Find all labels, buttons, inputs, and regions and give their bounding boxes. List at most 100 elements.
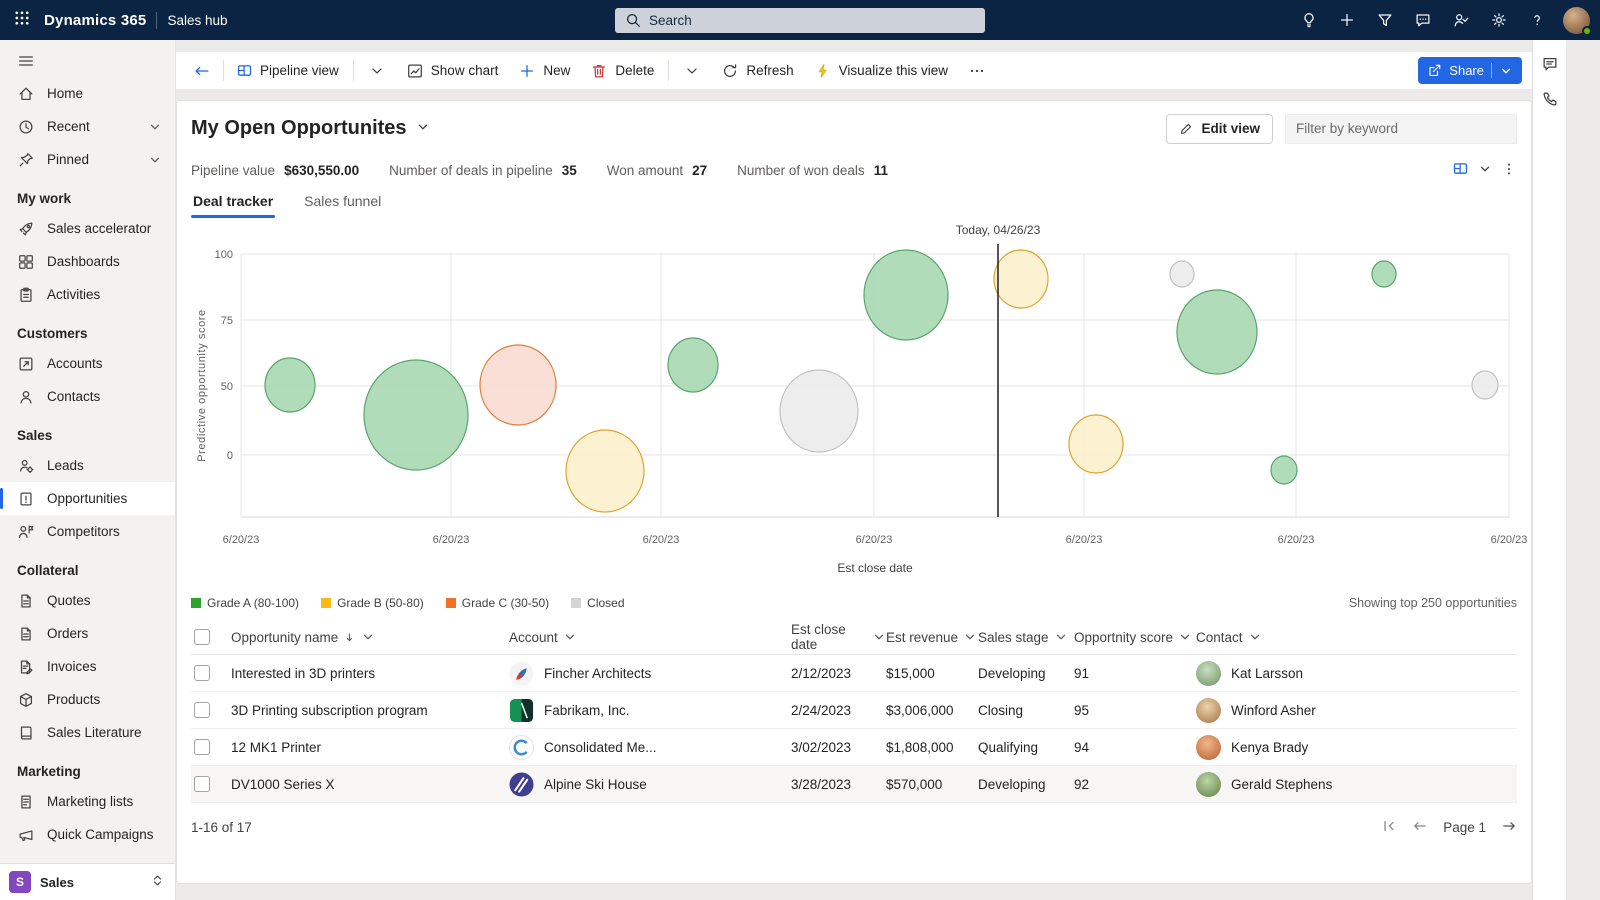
cell-opportunity-name[interactable]: Interested in 3D printers	[231, 666, 509, 681]
share-label: Share	[1449, 63, 1484, 78]
user-arrow-icon[interactable]	[1445, 4, 1477, 36]
sidebar-item-home[interactable]: Home	[0, 77, 175, 110]
cell-account[interactable]: Consolidated Me...	[509, 735, 791, 760]
sidebar-item-opportunities[interactable]: Opportunities	[0, 482, 175, 515]
sidebar-item-recent[interactable]: Recent	[0, 110, 175, 143]
accounts-icon	[17, 355, 35, 373]
brand-divider	[156, 12, 157, 29]
edit-view-button[interactable]: Edit view	[1166, 114, 1273, 144]
filter-icon[interactable]	[1369, 4, 1401, 36]
sidebar-item-sales-literature[interactable]: Sales Literature	[0, 716, 175, 749]
sidebar-section-my-work: My work	[0, 176, 175, 212]
row-checkbox[interactable]	[194, 739, 210, 755]
previous-page-button[interactable]	[1412, 818, 1428, 837]
cell-contact[interactable]: Gerald Stephens	[1196, 772, 1517, 797]
cell-account[interactable]: Fabrikam, Inc.	[509, 698, 791, 723]
top-navigation-bar: Dynamics 365 Sales hub Search	[0, 0, 1600, 40]
area-switcher[interactable]: S Sales	[0, 863, 175, 900]
account-name: Consolidated Me...	[544, 740, 657, 755]
sidebar-collapse-hamburger-icon[interactable]	[0, 40, 175, 77]
chevron-down-icon	[416, 117, 430, 140]
cell-opportunity-name[interactable]: DV1000 Series X	[231, 777, 509, 792]
filter-by-keyword-input[interactable]	[1285, 114, 1517, 144]
cell-contact[interactable]: Kenya Brady	[1196, 735, 1517, 760]
sidebar-item-accounts[interactable]: Accounts	[0, 347, 175, 380]
table-row[interactable]: 12 MK1 PrinterConsolidated Me...3/02/202…	[191, 729, 1517, 766]
sidebar-item-marketing-lists[interactable]: Marketing lists	[0, 785, 175, 818]
visualize-this-view-button[interactable]: Visualize this view	[805, 56, 957, 85]
sidebar-item-pinned[interactable]: Pinned	[0, 143, 175, 176]
column-header-opportnity-score[interactable]: Opportnity score	[1074, 630, 1196, 645]
app-name: Sales hub	[167, 13, 227, 28]
gear-icon[interactable]	[1483, 4, 1515, 36]
sidebar-item-orders[interactable]: Orders	[0, 617, 175, 650]
view-title-dropdown[interactable]: My Open Opportunites	[191, 117, 430, 140]
right-gutter	[1566, 40, 1600, 900]
new-button[interactable]: New	[509, 56, 579, 85]
select-all-checkbox[interactable]	[194, 629, 210, 645]
cell-opportunity-name[interactable]: 3D Printing subscription program	[231, 703, 509, 718]
table-row[interactable]: DV1000 Series XAlpine Ski House3/28/2023…	[191, 766, 1517, 803]
table-row[interactable]: Interested in 3D printersFincher Archite…	[191, 655, 1517, 692]
table-row[interactable]: 3D Printing subscription programFabrikam…	[191, 692, 1517, 729]
chevron-down-icon[interactable]	[1478, 162, 1492, 179]
help-icon[interactable]	[1521, 4, 1553, 36]
pipeline-view-button[interactable]: Pipeline view	[227, 56, 348, 85]
chart-bubble-a	[668, 338, 718, 392]
stat-value: 35	[562, 163, 577, 178]
sidebar-item-leads[interactable]: Leads	[0, 449, 175, 482]
plus-icon[interactable]	[1331, 4, 1363, 36]
user-avatar[interactable]	[1563, 7, 1590, 34]
sidebar-item-products[interactable]: Products	[0, 683, 175, 716]
cell-account[interactable]: Fincher Architects	[509, 661, 791, 686]
refresh-button[interactable]: Refresh	[712, 56, 802, 85]
column-header-account[interactable]: Account	[509, 630, 791, 645]
back-button[interactable]	[184, 56, 220, 85]
global-search-input[interactable]: Search	[615, 8, 985, 33]
ellipsis-button[interactable]	[959, 56, 995, 85]
column-header-sales-stage[interactable]: Sales stage	[978, 630, 1074, 645]
chevron-down-button[interactable]	[674, 56, 710, 85]
sidebar-item-contacts[interactable]: Contacts	[0, 380, 175, 413]
main-content: Pipeline view Show chartNewDelete RefreshV…	[176, 40, 1532, 900]
more-options-kebab-icon[interactable]	[1501, 161, 1517, 180]
account-logo-consolidated	[509, 735, 534, 760]
comment-icon[interactable]	[1541, 55, 1559, 73]
lightbulb-icon[interactable]	[1293, 4, 1325, 36]
sidebar-item-label: Sales Literature	[47, 725, 142, 740]
row-checkbox[interactable]	[194, 702, 210, 718]
sidebar-item-sales-accelerator[interactable]: Sales accelerator	[0, 212, 175, 245]
deal-tracker-chart[interactable]: 100755006/20/236/20/236/20/236/20/236/20…	[191, 218, 1517, 588]
sidebar-item-activities[interactable]: Activities	[0, 278, 175, 311]
show-chart-button[interactable]: Show chart	[397, 56, 508, 85]
row-checkbox[interactable]	[194, 776, 210, 792]
cell-est-close-date: 3/28/2023	[791, 777, 886, 792]
cell-contact[interactable]: Kat Larsson	[1196, 661, 1517, 686]
sidebar-item-quotes[interactable]: Quotes	[0, 584, 175, 617]
next-page-button[interactable]	[1501, 818, 1517, 837]
chart-bubble-b	[566, 430, 644, 512]
column-header-est-revenue[interactable]: Est revenue	[886, 630, 978, 645]
tab-deal-tracker[interactable]: Deal tracker	[191, 193, 275, 218]
cell-account[interactable]: Alpine Ski House	[509, 772, 791, 797]
column-header-contact[interactable]: Contact	[1196, 630, 1517, 645]
cell-opportunity-name[interactable]: 12 MK1 Printer	[231, 740, 509, 755]
column-header-opportunity-name[interactable]: Opportunity name	[231, 630, 509, 645]
sidebar-item-invoices[interactable]: Invoices	[0, 650, 175, 683]
first-page-button[interactable]	[1381, 818, 1397, 837]
chevron-down-button[interactable]	[359, 56, 395, 85]
share-button[interactable]: Share	[1418, 57, 1522, 84]
column-header-est-close-date[interactable]: Est close date	[791, 622, 886, 652]
cell-contact[interactable]: Winford Asher	[1196, 698, 1517, 723]
chat-icon[interactable]	[1407, 4, 1439, 36]
app-launcher-waffle-icon[interactable]	[0, 0, 44, 40]
sidebar-item-competitors[interactable]: Competitors	[0, 515, 175, 548]
sidebar-item-quick-campaigns[interactable]: Quick Campaigns	[0, 818, 175, 851]
delete-button[interactable]: Delete	[581, 56, 663, 85]
view-layout-icon[interactable]	[1452, 160, 1469, 180]
dashboard-icon	[17, 253, 35, 271]
sidebar-item-dashboards[interactable]: Dashboards	[0, 245, 175, 278]
tab-sales-funnel[interactable]: Sales funnel	[302, 193, 383, 218]
phone-icon[interactable]	[1541, 90, 1559, 108]
row-checkbox[interactable]	[194, 665, 210, 681]
